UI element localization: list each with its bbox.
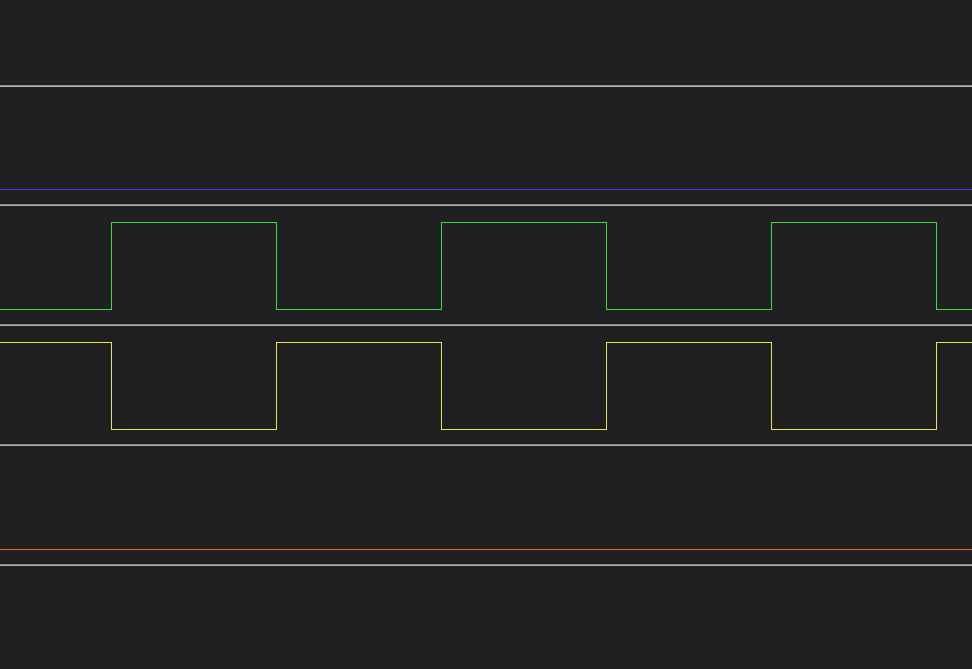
waveform-canvas[interactable] bbox=[0, 0, 972, 669]
waveform-background bbox=[0, 0, 972, 669]
waveform-viewer[interactable] bbox=[0, 0, 972, 669]
